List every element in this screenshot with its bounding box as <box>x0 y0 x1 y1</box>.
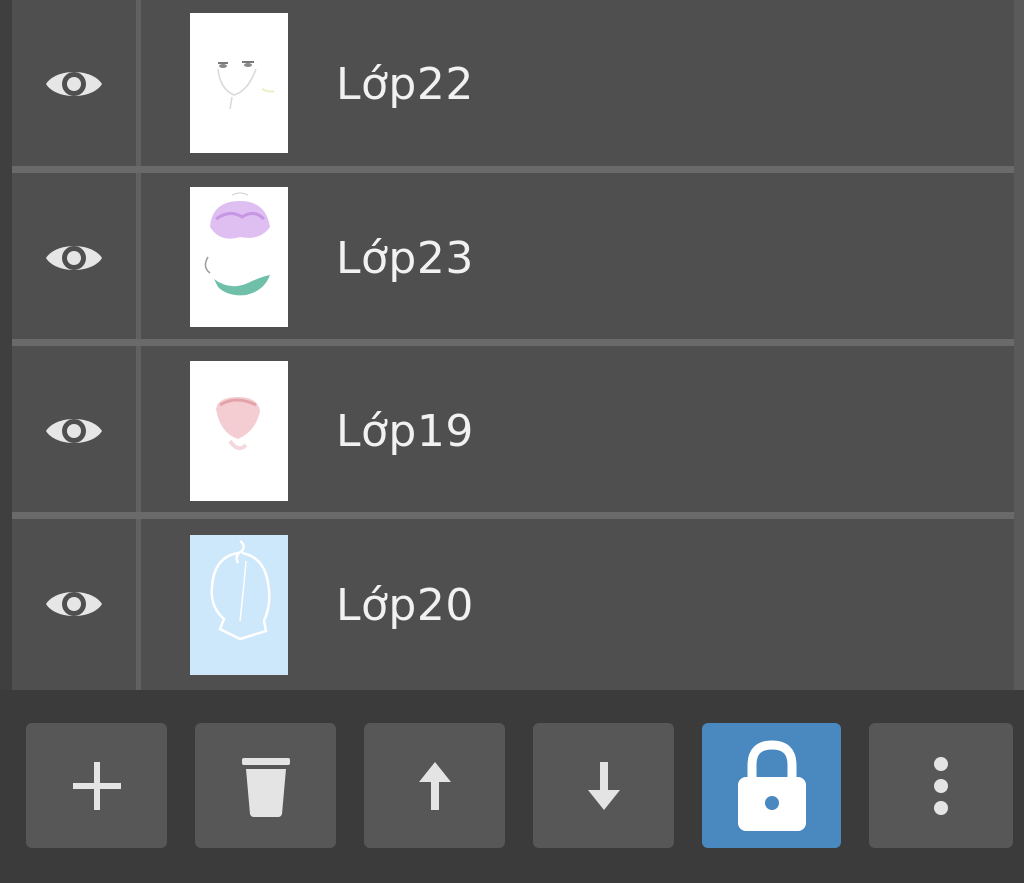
delete-layer-button[interactable] <box>195 723 336 848</box>
layer-row[interactable]: Lớp20 <box>12 519 1014 690</box>
arrow-down-icon <box>587 761 620 810</box>
trash-icon <box>241 757 290 817</box>
layer-thumbnail[interactable] <box>190 187 288 327</box>
layers-panel: Lớp22 Lớp23 Lớp19 Lớp20 <box>0 0 1024 883</box>
layer-name[interactable]: Lớp19 <box>336 406 474 458</box>
move-layer-down-button[interactable] <box>533 723 674 848</box>
row-divider <box>12 512 1014 519</box>
column-divider <box>136 0 141 166</box>
scrollbar[interactable] <box>1014 0 1024 690</box>
layer-row[interactable]: Lớp22 <box>12 0 1014 166</box>
more-options-button[interactable] <box>869 723 1013 848</box>
plus-icon <box>72 761 121 810</box>
visibility-toggle[interactable] <box>12 346 136 512</box>
move-layer-up-button[interactable] <box>364 723 505 848</box>
layer-name[interactable]: Lớp23 <box>336 233 474 285</box>
row-divider <box>12 166 1014 173</box>
visibility-toggle[interactable] <box>12 0 136 166</box>
add-layer-button[interactable] <box>26 723 167 848</box>
lock-icon <box>737 739 806 831</box>
eye-icon[interactable] <box>44 62 104 106</box>
layer-thumbnail[interactable] <box>190 13 288 153</box>
layer-row[interactable]: Lớp19 <box>12 346 1014 512</box>
layer-name[interactable]: Lớp20 <box>336 580 474 632</box>
panel-left-edge <box>0 0 12 690</box>
column-divider <box>136 519 141 690</box>
eye-icon[interactable] <box>44 582 104 626</box>
lock-layer-button[interactable] <box>702 723 841 848</box>
row-divider <box>12 339 1014 346</box>
visibility-toggle[interactable] <box>12 519 136 690</box>
layer-thumbnail[interactable] <box>190 535 288 675</box>
layer-row[interactable]: Lớp23 <box>12 173 1014 339</box>
eye-icon[interactable] <box>44 409 104 453</box>
arrow-up-icon <box>418 761 451 810</box>
layer-list[interactable]: Lớp22 Lớp23 Lớp19 Lớp20 <box>12 0 1014 690</box>
layer-name[interactable]: Lớp22 <box>336 59 474 111</box>
layer-thumbnail[interactable] <box>190 361 288 501</box>
column-divider <box>136 173 141 339</box>
eye-icon[interactable] <box>44 236 104 280</box>
visibility-toggle[interactable] <box>12 173 136 339</box>
layer-toolbar <box>0 690 1024 883</box>
column-divider <box>136 346 141 512</box>
more-vertical-icon <box>934 756 948 815</box>
